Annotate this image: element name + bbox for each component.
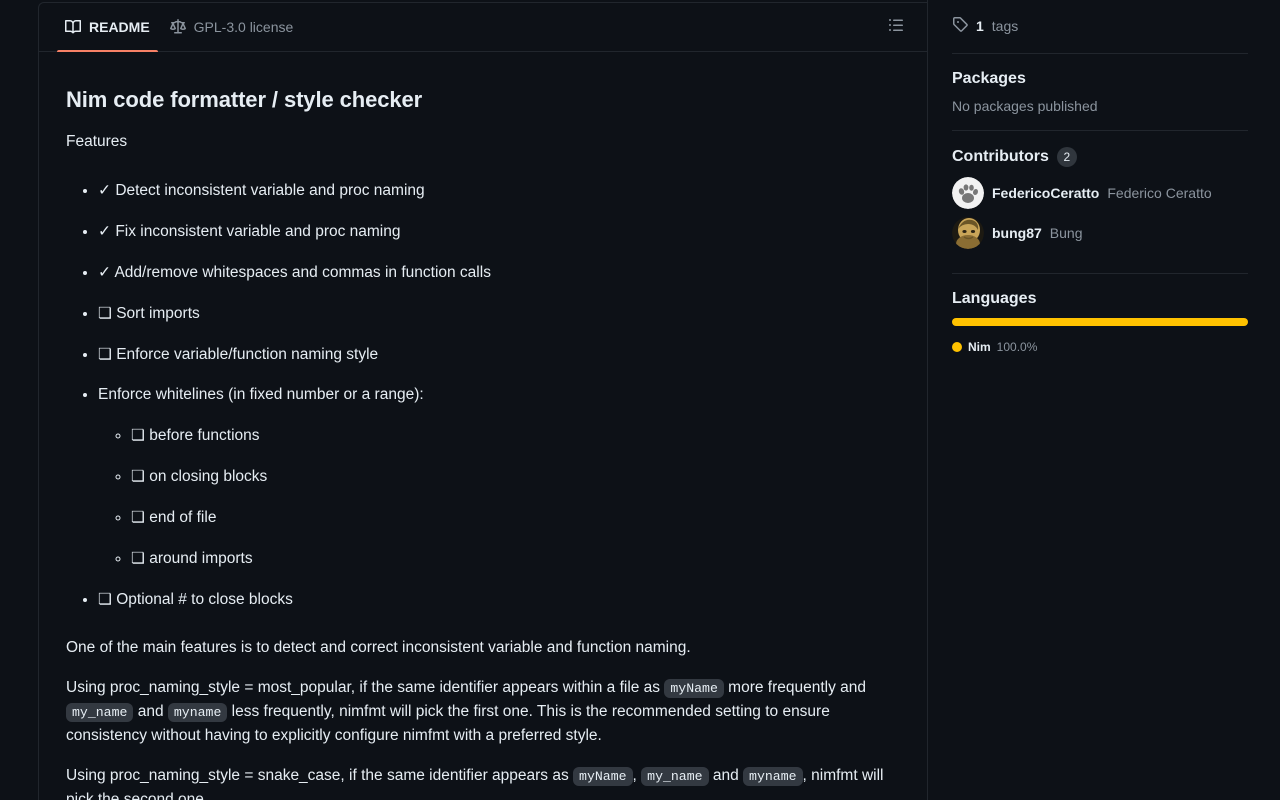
code-my-name-snake: my_name	[66, 702, 134, 722]
list-item[interactable]: FedericoCeratto Federico Ceratto	[952, 177, 1248, 209]
empty-box-glyph: ❏	[98, 589, 112, 608]
code-myname-camel: myName	[664, 678, 724, 698]
list-unordered-icon	[888, 17, 904, 38]
paragraph-most-popular: Using proc_naming_style = most_popular, …	[66, 676, 901, 748]
readme-content: Nim code formatter / style checker Featu…	[39, 52, 927, 800]
avatar	[952, 177, 984, 209]
empty-box-glyph: ❏	[98, 303, 112, 322]
text-fragment: more frequently and	[723, 678, 867, 696]
tab-readme-label: README	[89, 19, 150, 35]
list-item: ❏ Optional # to close blocks	[98, 579, 901, 620]
packages-heading: Packages	[952, 70, 1248, 88]
text-fragment: Using proc_naming_style = most_popular, …	[66, 678, 665, 696]
law-scales-icon	[169, 19, 186, 35]
text-fragment: ,	[632, 766, 642, 784]
language-name: Nim	[968, 340, 991, 354]
code-my-name-snake: my_name	[641, 766, 709, 786]
list-item-text: Add/remove whitespaces and commas in fun…	[114, 263, 491, 281]
contributor-fullname: Federico Ceratto	[1107, 185, 1212, 201]
text-fragment: and	[133, 702, 168, 720]
text-fragment: Using proc_naming_style = snake_case, if…	[66, 766, 574, 784]
empty-box-glyph: ❏	[131, 548, 145, 567]
tags-link[interactable]: 1 tags	[952, 16, 1248, 53]
list-item: ✓ Detect inconsistent variable and proc …	[98, 170, 901, 211]
paragraph-snake-case: Using proc_naming_style = snake_case, if…	[66, 764, 901, 800]
empty-box-glyph: ❏	[131, 425, 145, 444]
list-item-text: Sort imports	[116, 304, 200, 322]
packages-empty-text: No packages published	[952, 98, 1098, 114]
list-item-text: Optional # to close blocks	[116, 590, 293, 608]
language-bar-segment-nim[interactable]	[952, 318, 1248, 326]
languages-heading-label: Languages	[952, 290, 1037, 307]
list-item-text: Enforce whitelines (in fixed number or a…	[98, 385, 424, 403]
outline-button[interactable]	[881, 12, 911, 42]
list-item: ❏ around imports	[131, 538, 901, 579]
languages-section: Languages Nim 100.0%	[952, 274, 1248, 370]
list-item-text: Enforce variable/function naming style	[116, 345, 379, 363]
contributors-section: Contributors 2 FedericoCeratto Federico …	[952, 131, 1248, 273]
readme-panel: README GPL-3.0 license Nim code formatte…	[0, 0, 928, 800]
list-item: ✓ Fix inconsistent variable and proc nam…	[98, 211, 901, 252]
readme-box: README GPL-3.0 license Nim code formatte…	[38, 2, 927, 800]
code-myname-lower: myname	[743, 766, 803, 786]
list-item: ❏ before functions	[131, 415, 901, 456]
contributors-heading-label: Contributors	[952, 148, 1049, 165]
paragraph-main-features: One of the main features is to detect an…	[66, 638, 691, 656]
avatar	[952, 217, 984, 249]
tags-count: 1	[976, 17, 984, 34]
list-item-text: before functions	[149, 426, 260, 444]
list-item-text: around imports	[149, 549, 253, 567]
repo-sidebar: 1 tags Packages No packages published Co…	[928, 0, 1280, 800]
language-color-dot	[952, 342, 962, 352]
list-item-text: Fix inconsistent variable and proc namin…	[115, 222, 401, 240]
check-mark-glyph: ✓	[98, 221, 111, 240]
code-myname-camel: myName	[573, 766, 633, 786]
languages-heading: Languages	[952, 290, 1248, 308]
list-item-text: on closing blocks	[149, 467, 268, 485]
check-mark-glyph: ✓	[98, 262, 111, 281]
check-mark-glyph: ✓	[98, 180, 111, 199]
text-fragment: and	[708, 766, 744, 784]
list-item: ❏ on closing blocks	[131, 456, 901, 497]
list-item: ✓ Add/remove whitespaces and commas in f…	[98, 252, 901, 293]
list-item[interactable]: bung87 Bung	[952, 217, 1248, 249]
features-list: ✓ Detect inconsistent variable and proc …	[66, 170, 901, 620]
list-item: ❏ Sort imports	[98, 293, 901, 334]
whitelines-sublist: ❏ before functions ❏ on closing blocks ❏…	[98, 415, 901, 579]
readme-tabbar: README GPL-3.0 license	[39, 3, 927, 52]
list-item: ❏ end of file	[131, 497, 901, 538]
features-intro: Features	[66, 132, 128, 150]
language-legend: Nim 100.0%	[952, 340, 1248, 354]
empty-box-glyph: ❏	[98, 344, 112, 363]
page-root: README GPL-3.0 license Nim code formatte…	[0, 0, 1280, 800]
contributor-login: bung87	[992, 225, 1042, 241]
tab-readme[interactable]: README	[55, 3, 160, 52]
book-icon	[65, 19, 81, 35]
empty-box-glyph: ❏	[131, 507, 145, 526]
tab-license[interactable]: GPL-3.0 license	[160, 3, 304, 52]
language-percent: 100.0%	[996, 340, 1038, 354]
code-myname-lower: myname	[167, 702, 228, 722]
language-bar	[952, 318, 1248, 326]
tag-icon	[952, 16, 968, 35]
language-item-nim[interactable]: Nim 100.0%	[952, 340, 1037, 354]
list-item: Enforce whitelines (in fixed number or a…	[98, 375, 901, 579]
packages-section: Packages No packages published	[952, 54, 1248, 130]
contributors-heading: Contributors 2	[952, 147, 1248, 167]
contributors-count-badge: 2	[1056, 147, 1077, 167]
list-item-text: end of file	[149, 508, 217, 526]
list-item-text: Detect inconsistent variable and proc na…	[115, 181, 425, 199]
tags-label: tags	[991, 17, 1019, 34]
contributor-fullname: Bung	[1049, 225, 1083, 241]
contributor-login: FedericoCeratto	[992, 185, 1100, 201]
list-item: ❏ Enforce variable/function naming style	[98, 334, 901, 375]
empty-box-glyph: ❏	[131, 466, 145, 485]
tab-license-label: GPL-3.0 license	[193, 19, 294, 35]
page-title: Nim code formatter / style checker	[66, 87, 423, 112]
packages-heading-label: Packages	[952, 70, 1026, 87]
